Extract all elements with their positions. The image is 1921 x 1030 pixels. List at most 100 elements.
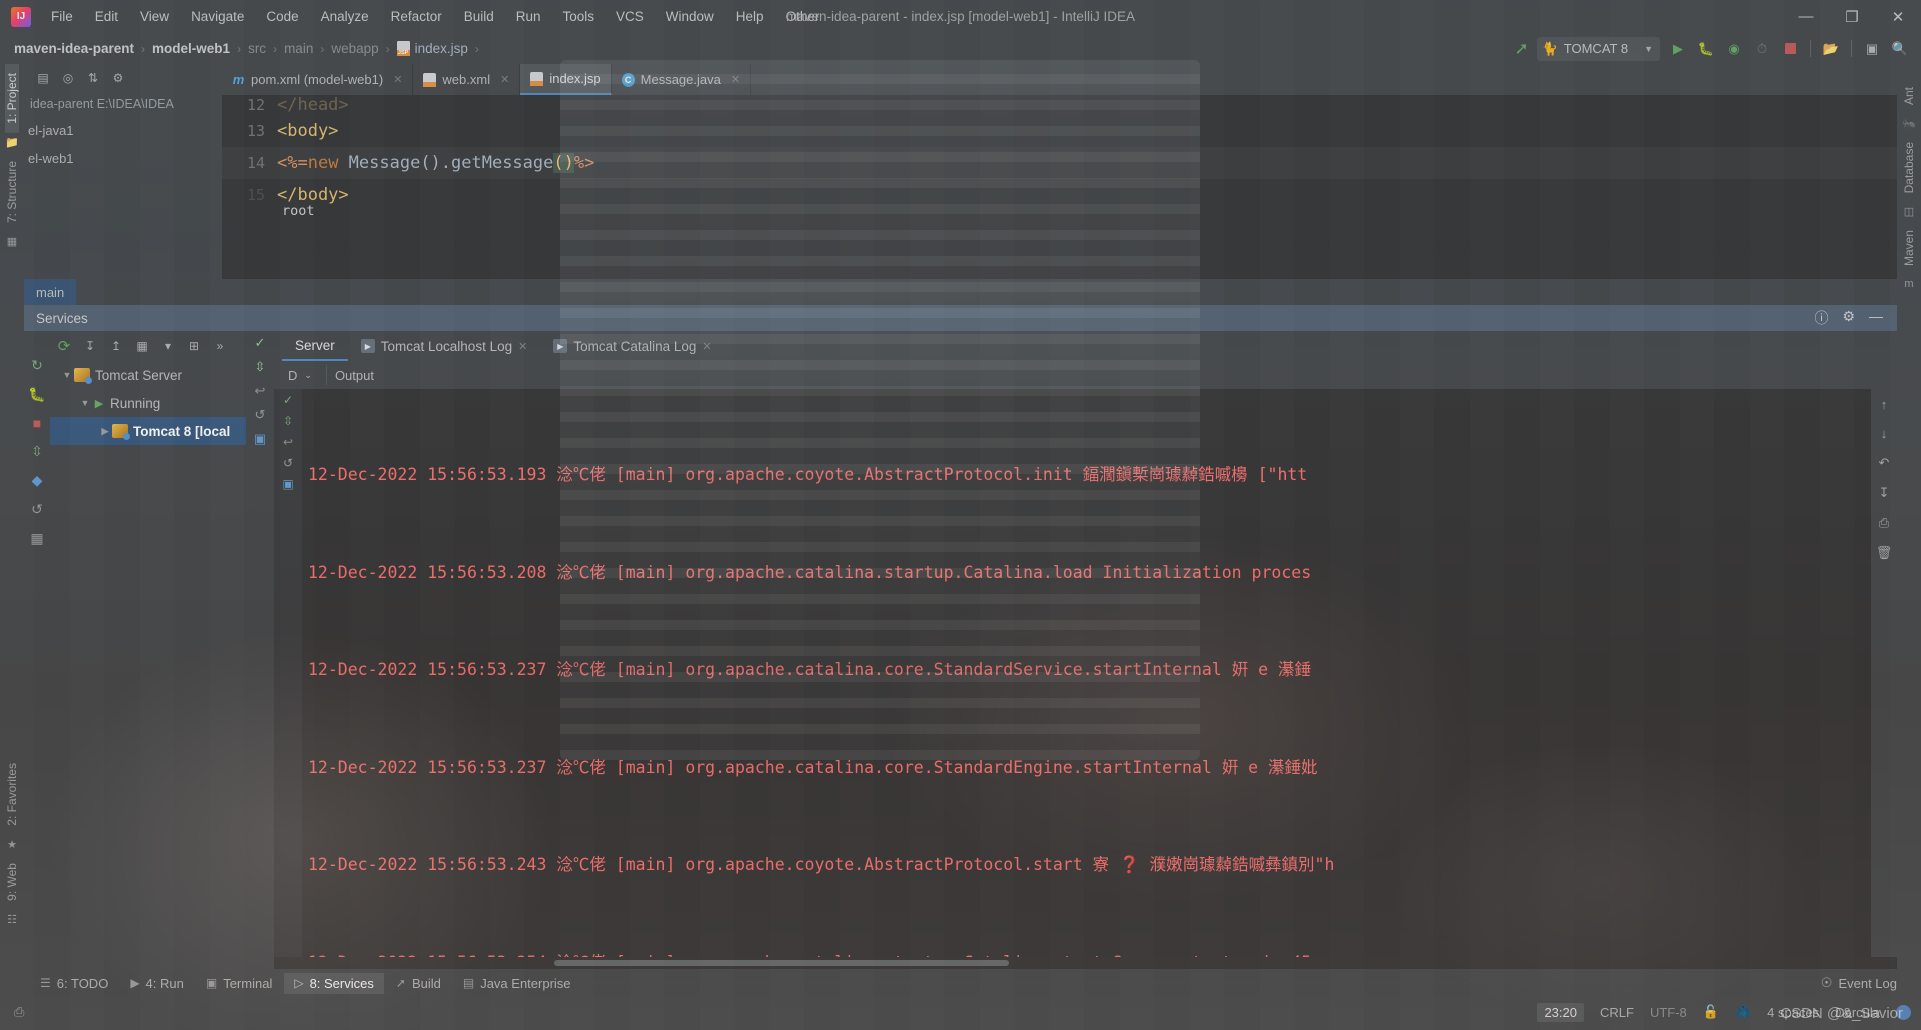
debug-icon[interactable]: 🐛 <box>28 386 45 403</box>
tool-window-button-terminal[interactable]: ▣ Terminal <box>196 973 282 994</box>
sidebar-item-database[interactable]: Database <box>1902 133 1916 202</box>
breadcrumb-item-module[interactable]: model-web1 <box>152 41 230 56</box>
redeploy-icon[interactable]: ⇳ <box>31 443 43 460</box>
menu-item-run[interactable]: Run <box>505 5 552 28</box>
tool-window-tab-main[interactable]: main <box>24 279 77 305</box>
tab-index-jsp[interactable]: index.jsp <box>520 64 612 95</box>
expander-icon[interactable]: ▼ <box>78 398 92 408</box>
console-log[interactable]: 12-Dec-2022 15:56:53.193 淰℃佬 [main] org.… <box>302 389 1871 957</box>
menu-item-build[interactable]: Build <box>453 5 505 28</box>
collapse-all-icon[interactable]: ⇅ <box>82 68 104 88</box>
tab-message-java[interactable]: C Message.java ✕ <box>612 64 752 95</box>
menu-item-code[interactable]: Code <box>255 5 309 28</box>
menu-item-vcs[interactable]: VCS <box>605 5 655 28</box>
sidebar-item-ant[interactable]: Ant <box>1902 78 1916 114</box>
deployment-selector[interactable]: D ⌄ <box>274 368 318 383</box>
apps-icon[interactable]: ▦ <box>30 530 43 547</box>
trash-icon[interactable]: 🗑 <box>1876 545 1893 561</box>
group-icon[interactable]: ▦ <box>130 335 154 357</box>
browser-icon[interactable]: ▣ <box>254 431 266 447</box>
memory-indicator-icon[interactable]: ⎙ <box>14 1004 24 1020</box>
stop-button[interactable] <box>1777 37 1803 61</box>
menu-item-analyze[interactable]: Analyze <box>310 5 380 28</box>
unlocked-icon[interactable]: 🔓 <box>1703 1004 1719 1020</box>
console-horizontal-scrollbar[interactable] <box>274 957 1897 969</box>
sidebar-item-web[interactable]: 9: Web <box>5 854 19 910</box>
menu-item-help[interactable]: Help <box>725 5 775 28</box>
hector-icon[interactable]: 🧥 <box>1735 1004 1751 1020</box>
build-project-button[interactable]: ➚ <box>1509 37 1535 61</box>
run-configuration-selector[interactable]: 🐈 TOMCAT 8 ▼ <box>1536 36 1660 61</box>
scroll-to-end-icon[interactable]: ⇳ <box>283 414 293 428</box>
stop-icon[interactable]: ■ <box>33 415 41 431</box>
close-icon[interactable]: ✕ <box>731 73 740 86</box>
project-structure-button[interactable]: 📂 <box>1818 37 1844 61</box>
breadcrumb-item-main[interactable]: main <box>284 41 313 56</box>
close-icon[interactable]: ✕ <box>518 340 527 353</box>
gear-icon[interactable]: ⚙ <box>1842 308 1855 328</box>
close-icon[interactable]: ✕ <box>500 73 509 86</box>
maximize-button[interactable]: ❐ <box>1829 0 1875 33</box>
rerun-icon[interactable]: ↻ <box>31 357 43 374</box>
breadcrumb-item-src[interactable]: src <box>248 41 266 56</box>
expand-all-icon[interactable]: ↧ <box>78 335 102 357</box>
project-item-java-module[interactable]: el-java1 <box>24 116 222 144</box>
minimize-icon[interactable]: — <box>1869 308 1883 328</box>
profiler-button[interactable]: ⏱ <box>1749 37 1775 61</box>
tool-window-button-services[interactable]: ▷ 8: Services <box>284 972 384 994</box>
console-tab-tomcat-localhost-log[interactable]: ▶ Tomcat Localhost Log ✕ <box>348 331 541 361</box>
refresh-icon[interactable]: ↺ <box>255 407 266 423</box>
sidebar-item-structure[interactable]: 7: Structure <box>5 152 19 232</box>
print-icon[interactable]: ⎙ <box>1879 515 1889 531</box>
gear-icon[interactable]: ⚙ <box>107 68 129 88</box>
help-icon[interactable]: ⓘ <box>1814 308 1828 328</box>
artifact-icon[interactable]: ◆ <box>32 472 43 489</box>
redeploy-icon[interactable]: ⇳ <box>255 359 266 375</box>
tree-node-tomcat8-local[interactable]: ▶ Tomcat 8 [local <box>50 417 246 445</box>
scrollbar-thumb[interactable] <box>554 960 1009 966</box>
breadcrumb-item-webapp[interactable]: webapp <box>331 41 378 56</box>
tree-node-running[interactable]: ▼ ▶ Running <box>50 389 246 417</box>
terminal-button[interactable]: ▣ <box>1859 37 1885 61</box>
close-icon[interactable]: ✕ <box>393 73 402 86</box>
debug-button[interactable]: 🐛 <box>1693 37 1719 61</box>
menu-item-navigate[interactable]: Navigate <box>180 5 255 28</box>
encoding-indicator[interactable]: UTF-8 <box>1650 1005 1687 1020</box>
scroll-down-icon[interactable]: ↓ <box>1881 426 1888 441</box>
menu-item-window[interactable]: Window <box>655 5 725 28</box>
collapse-all-icon[interactable]: ↥ <box>104 335 128 357</box>
menu-item-tools[interactable]: Tools <box>552 5 606 28</box>
menu-item-view[interactable]: View <box>129 5 180 28</box>
menu-item-file[interactable]: File <box>40 5 84 28</box>
add-icon[interactable]: ⊞ <box>182 335 206 357</box>
tool-window-button-run[interactable]: ▶ 4: Run <box>120 973 194 994</box>
line-separator-indicator[interactable]: CRLF <box>1600 1005 1634 1020</box>
project-item-web-module[interactable]: el-web1 <box>24 144 222 172</box>
tool-window-button-todo[interactable]: ☰ 6: TODO <box>30 973 118 994</box>
console-tab-tomcat-catalina-log[interactable]: ▶ Tomcat Catalina Log ✕ <box>540 331 724 361</box>
scroll-to-end-icon[interactable]: ↧ <box>1879 485 1890 501</box>
caret-position[interactable]: 23:20 <box>1537 1002 1584 1022</box>
breadcrumb-item-project[interactable]: maven-idea-parent <box>14 41 134 56</box>
close-icon[interactable]: ✕ <box>702 340 711 353</box>
code-editor[interactable]: 12 </head> 13 <body> 14 <%=new Message()… <box>222 95 1897 279</box>
search-everywhere-button[interactable]: 🔍 <box>1887 37 1913 61</box>
sidebar-item-favorites[interactable]: 2: Favorites <box>5 754 19 835</box>
close-button[interactable]: ✕ <box>1875 0 1921 33</box>
breadcrumb-item-file[interactable]: index.jsp <box>415 41 468 56</box>
soft-wrap-icon[interactable]: ↩ <box>283 435 293 449</box>
menu-item-other[interactable]: Other <box>775 5 831 28</box>
refresh-icon[interactable]: ↺ <box>31 501 43 518</box>
menu-item-refactor[interactable]: Refactor <box>380 5 453 28</box>
minimize-button[interactable]: — <box>1783 0 1829 33</box>
project-view-icon[interactable]: ▤ <box>32 68 54 88</box>
tab-web-xml[interactable]: web.xml ✕ <box>413 64 521 95</box>
more-icon[interactable]: » <box>208 335 232 357</box>
console-tab-server[interactable]: Server <box>282 331 348 361</box>
scroll-up-icon[interactable]: ↑ <box>1881 397 1888 412</box>
sidebar-item-maven[interactable]: Maven <box>1902 221 1916 275</box>
tool-window-button-build[interactable]: ➚ Build <box>386 973 451 994</box>
rerun-icon[interactable]: ⟳ <box>52 335 76 357</box>
expander-icon[interactable]: ▼ <box>60 370 74 380</box>
tool-window-button-java-enterprise[interactable]: ▤ Java Enterprise <box>453 973 581 994</box>
